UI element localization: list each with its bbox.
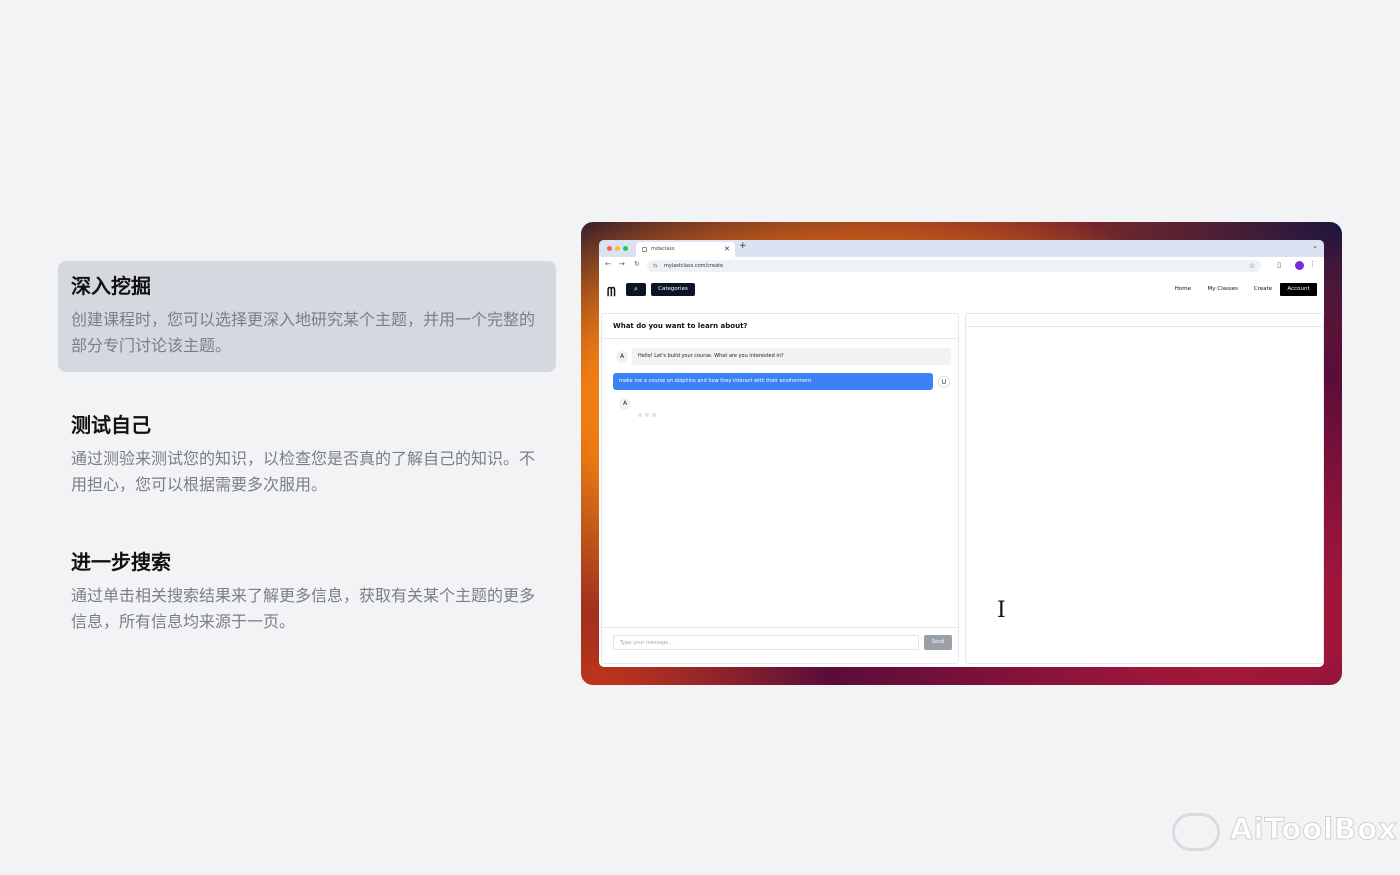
typing-indicator [638, 402, 659, 421]
more-menu-icon[interactable]: ⋮ [1309, 260, 1316, 268]
search-icon: ⌕ [634, 285, 638, 293]
send-button[interactable]: Send [924, 635, 952, 650]
message-input[interactable]: Type your message... [613, 635, 919, 650]
chat-title: What do you want to learn about? [602, 314, 958, 339]
site-info-icon[interactable]: ⇆ [653, 260, 657, 272]
user-avatar: U [938, 376, 950, 388]
feature-title: 进一步搜索 [71, 550, 171, 574]
feature-description: 通过单击相关搜索结果来了解更多信息，获取有关某个主题的更多信息，所有信息均来源于… [71, 586, 536, 631]
course-outline-panel [965, 313, 1324, 664]
nav-create[interactable]: Create [1254, 283, 1272, 296]
maximize-window-icon[interactable] [623, 246, 628, 251]
screenshot-frame: mdaclass ✕ + ⌄ ← → ↻ ⇆ mylastclass.com/c… [581, 222, 1342, 685]
categories-button[interactable]: Categories [651, 283, 695, 296]
feature-title: 测试自己 [71, 413, 151, 437]
feature-description: 通过测验来测试您的知识，以检查您是否真的了解自己的知识。不用担心，您可以根据需要… [71, 449, 536, 494]
tab-title: mdaclass [651, 246, 675, 252]
browser-window: mdaclass ✕ + ⌄ ← → ↻ ⇆ mylastclass.com/c… [599, 240, 1324, 667]
text-cursor-icon: I [997, 598, 1006, 623]
feature-test-yourself[interactable]: 测试自己 通过测验来测试您的知识，以检查您是否真的了解自己的知识。不用担心，您可… [58, 400, 556, 511]
address-bar-row: ← → ↻ ⇆ mylastclass.com/create ☆ ▯ ⋮ [599, 257, 1324, 275]
feature-description: 创建课程时，您可以选择更深入地研究某个主题，并用一个完整的部分专门讨论该主题。 [71, 310, 536, 355]
chat-panel: What do you want to learn about? A Hello… [601, 313, 959, 664]
url-text: mylastclass.com/create [664, 263, 724, 269]
close-window-icon[interactable] [607, 246, 612, 251]
watermark-logo-icon [1172, 813, 1220, 851]
new-tab-icon[interactable]: + [739, 241, 747, 251]
close-tab-icon[interactable]: ✕ [724, 242, 730, 257]
app-navbar: ᗰ ⌕ Categories Home My Classes Create Ac… [599, 282, 1324, 302]
user-message: make me a course on dolphins and how the… [613, 373, 933, 390]
nav-home[interactable]: Home [1175, 283, 1191, 296]
extensions-icon[interactable]: ▯ [1277, 261, 1281, 269]
bot-message: Hello! Let's build your course. What are… [632, 348, 951, 365]
nav-my-classes[interactable]: My Classes [1208, 283, 1238, 296]
feature-search-further[interactable]: 进一步搜索 通过单击相关搜索结果来了解更多信息，获取有关某个主题的更多信息，所有… [58, 537, 556, 648]
forward-icon[interactable]: → [619, 260, 625, 268]
tab-bar: mdaclass ✕ + ⌄ [599, 240, 1324, 257]
minimize-window-icon[interactable] [615, 246, 620, 251]
watermark: AiToolBox [1230, 812, 1398, 847]
bot-avatar: A [619, 398, 631, 410]
bookmark-star-icon[interactable]: ☆ [1249, 260, 1255, 272]
outline-header [966, 314, 1323, 327]
url-field[interactable]: ⇆ mylastclass.com/create ☆ [647, 260, 1261, 272]
back-icon[interactable]: ← [605, 260, 611, 268]
feature-title: 深入挖掘 [71, 274, 151, 298]
bot-avatar: A [616, 351, 628, 363]
account-button[interactable]: Account [1280, 283, 1317, 296]
search-button[interactable]: ⌕ [626, 283, 646, 296]
favicon-icon [642, 247, 647, 252]
profile-avatar[interactable] [1295, 261, 1304, 270]
feature-deep-dive[interactable]: 深入挖掘 创建课程时，您可以选择更深入地研究某个主题，并用一个完整的部分专门讨论… [58, 261, 556, 372]
browser-tab[interactable]: mdaclass ✕ [636, 242, 735, 257]
chevron-down-icon[interactable]: ⌄ [1312, 242, 1318, 250]
chat-input-row: Type your message... Send [602, 627, 958, 663]
logo-icon[interactable]: ᗰ [607, 285, 616, 300]
reload-icon[interactable]: ↻ [634, 260, 640, 268]
